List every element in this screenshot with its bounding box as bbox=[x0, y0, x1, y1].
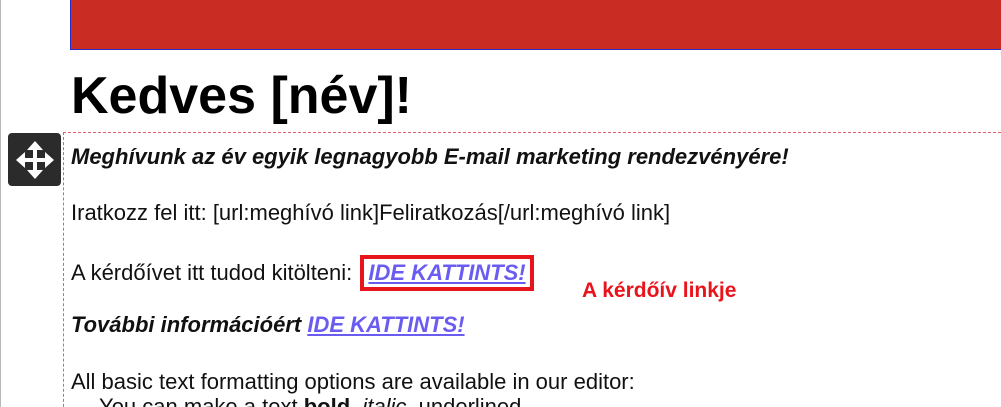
more-info-line: További információért IDE KATTINTS! bbox=[71, 311, 465, 339]
separator: , bbox=[406, 394, 419, 407]
header-banner[interactable] bbox=[70, 0, 1001, 50]
formatting-example: - You can make a text bold, italic, unde… bbox=[86, 393, 521, 407]
greeting-heading[interactable]: Kedves [név]! bbox=[71, 64, 412, 128]
formatting-prefix: - You can make a text bbox=[86, 394, 304, 407]
separator: , bbox=[350, 394, 363, 407]
email-editor-canvas: Kedves [név]! Meghívunk az év egyik legn… bbox=[0, 0, 1001, 407]
bold-example: bold bbox=[303, 394, 351, 407]
survey-link-highlight: IDE KATTINTS! bbox=[360, 255, 534, 291]
move-handle[interactable] bbox=[8, 133, 61, 186]
survey-line: A kérdőívet itt tudod kitölteni: IDE KAT… bbox=[71, 255, 534, 291]
formatting-intro: All basic text formatting options are av… bbox=[71, 369, 635, 394]
canvas-border bbox=[0, 0, 1, 407]
signup-text: Iratkozz fel itt: [url:meghívó link]Feli… bbox=[71, 200, 671, 225]
underline-example: underlined bbox=[418, 394, 522, 407]
italic-example: italic bbox=[362, 394, 407, 407]
survey-prefix: A kérdőívet itt tudod kitölteni: bbox=[71, 260, 359, 285]
survey-link[interactable]: IDE KATTINTS! bbox=[368, 260, 525, 285]
invitation-text: Meghívunk az év egyik legnagyobb E-mail … bbox=[71, 144, 789, 169]
survey-link-annotation: A kérdőív linkje bbox=[582, 279, 737, 302]
more-info-prefix: További információért bbox=[71, 312, 308, 337]
more-info-link[interactable]: IDE KATTINTS! bbox=[307, 312, 464, 337]
move-arrows-icon bbox=[15, 140, 54, 179]
